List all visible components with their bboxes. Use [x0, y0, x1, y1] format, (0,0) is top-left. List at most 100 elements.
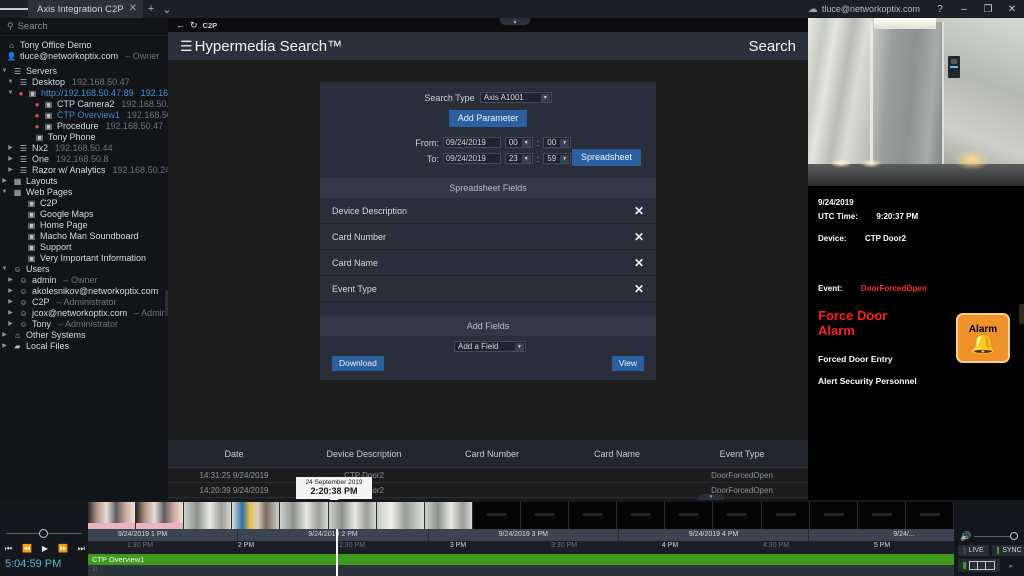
twisty-icon[interactable]: ▶ [6, 154, 15, 165]
camera-view[interactable] [808, 18, 1024, 186]
live-button[interactable]: LIVE [958, 545, 989, 556]
timeline-thumbnail[interactable] [184, 502, 233, 529]
minimize-icon[interactable]: – [952, 0, 976, 18]
remove-field-icon[interactable]: ✕ [634, 230, 644, 244]
main-menu-icon[interactable] [0, 0, 28, 18]
tree-item[interactable]: ▣ C2P [0, 198, 168, 209]
timeline-recorded-chunk[interactable]: CTP Overview1 [88, 554, 954, 565]
tree-item[interactable]: ▼● ▣ http://192.168.50.47:89 192.168.50.47 [0, 88, 168, 99]
timeline-thumbnails[interactable] [88, 502, 954, 529]
tree-item[interactable]: ▶☺akolesnikov@networkoptix.com– Admini.. [0, 286, 168, 297]
twisty-icon[interactable]: ▶ [6, 297, 15, 308]
timeline-thumbnail[interactable] [88, 502, 137, 529]
to-minute-select[interactable]: 59 ▼ [543, 153, 572, 164]
volume-control[interactable]: 🔊 [960, 531, 1019, 542]
volume-track[interactable] [974, 532, 1019, 540]
twisty-icon[interactable]: ▼ [0, 66, 9, 77]
skip-end-icon[interactable]: ⏭ [78, 544, 85, 554]
timeline-thumbnail[interactable] [232, 502, 281, 529]
speed-slider-knob[interactable] [39, 529, 48, 538]
add-a-field-select[interactable]: Add a Field ▼ [454, 341, 526, 352]
timeline-thumbnail[interactable] [905, 502, 954, 529]
timeline-thumbnail[interactable] [617, 502, 666, 529]
tree-item[interactable]: ● ▣ CTP Overview1 192.168.50.47 [0, 110, 168, 121]
timeline-thumbnail[interactable] [713, 502, 762, 529]
column-header-event-type[interactable]: Event Type [678, 449, 806, 459]
tree-item[interactable]: ▶ ⌂ Other Systems [0, 330, 168, 341]
table-row[interactable]: 14:31:25 9/24/2019 CTP Door2 DoorForcedOpe… [168, 468, 808, 483]
tree-item[interactable]: ▶ ☰ Razor w/ Analytics 192.168.50.248 [0, 165, 168, 176]
column-header-card-name[interactable]: Card Name [556, 449, 678, 459]
tree-item[interactable]: ▼ ☰ Servers [0, 66, 168, 77]
twisty-icon[interactable]: ▶ [0, 330, 9, 341]
right-panel-handle[interactable] [1019, 304, 1024, 324]
expand-arrow-icon[interactable]: ▸ [1010, 562, 1014, 570]
tree-item[interactable]: ▶ ▰ Local Files [0, 341, 168, 352]
new-tab-icon[interactable]: + [143, 0, 159, 18]
timeline-thumbnail[interactable] [472, 502, 521, 529]
tree-item[interactable]: ▼ ▦ Web Pages [0, 187, 168, 198]
timeline-thumbnail[interactable] [280, 502, 329, 529]
from-date-input[interactable]: 09/24/2019 [442, 137, 501, 148]
tree-item[interactable]: ▼ ☰ Desktop 192.168.50.47 [0, 77, 168, 88]
column-header-device-description[interactable]: Device Description [300, 449, 428, 459]
tree-item[interactable]: ▶ ☺ C2P – Administrator [0, 297, 168, 308]
search-input[interactable]: ⚲ Search [0, 18, 168, 36]
reload-icon[interactable]: ↻ [190, 20, 198, 31]
tree-item[interactable]: ▶ ▦ Layouts [0, 176, 168, 187]
timeline-thumbnail[interactable] [569, 502, 618, 529]
view-button[interactable]: View [611, 356, 644, 371]
timeline-thumbnail[interactable] [136, 502, 185, 529]
timeline-thumbnail[interactable] [328, 502, 377, 529]
timeline-secondary-track[interactable]: 3I [88, 565, 954, 576]
chevron-down-icon[interactable]: ⌄ [159, 0, 175, 18]
twisty-icon[interactable]: ▶ [6, 286, 15, 297]
remove-field-icon[interactable]: ✕ [634, 204, 644, 218]
close-tab-icon[interactable]: ✕ [129, 4, 137, 14]
tree-item[interactable]: ▼ ☺ Users [0, 264, 168, 275]
remove-field-icon[interactable]: ✕ [634, 256, 644, 270]
tree-item[interactable]: ▶ ☺ Tony – Administrator [0, 319, 168, 330]
step-forward-icon[interactable]: ⏩ [58, 544, 68, 554]
timeline-thumbnail[interactable] [809, 502, 858, 529]
spreadsheet-button[interactable]: Spreadsheet [572, 149, 642, 166]
from-minute-select[interactable]: 00 ▼ [543, 137, 572, 148]
twisty-icon[interactable]: ▼ [6, 77, 15, 88]
remove-field-icon[interactable]: ✕ [634, 282, 644, 296]
twisty-icon[interactable]: ▼ [6, 88, 15, 99]
thumbnails-toggle[interactable] [958, 559, 1000, 572]
tree-item[interactable]: ▣ Very Important Information [0, 253, 168, 264]
twisty-icon[interactable]: ▶ [6, 275, 15, 286]
site-row[interactable]: ⌂ Tony Office Demo [0, 40, 168, 51]
volume-knob[interactable] [1010, 532, 1019, 540]
twisty-icon[interactable]: ▶ [6, 143, 15, 154]
hamburger-icon[interactable]: ☰ [180, 38, 193, 55]
window-tab[interactable]: Axis Integration C2P ✕ [28, 0, 143, 18]
timeline-thumbnail[interactable] [761, 502, 810, 529]
twisty-icon[interactable]: ▼ [0, 187, 9, 198]
step-back-icon[interactable]: ⏪ [22, 544, 32, 554]
current-user-row[interactable]: 👤 tluce@networkoptix.com – Owner [0, 51, 168, 62]
twisty-icon[interactable]: ▼ [0, 264, 9, 275]
column-header-card-number[interactable]: Card Number [428, 449, 556, 459]
tree-item[interactable]: ▶ ☺ jcox@networkoptix.com – Administrator [0, 308, 168, 319]
from-hour-select[interactable]: 00 ▼ [504, 137, 533, 148]
play-icon[interactable]: ▶ [42, 544, 48, 554]
tree-item[interactable]: ▣ Tony Phone [0, 132, 168, 143]
maximize-icon[interactable]: ❐ [976, 0, 1000, 18]
tree-item[interactable]: ▣ Support [0, 242, 168, 253]
tree-item[interactable]: ▣ Google Maps [0, 209, 168, 220]
panel-collapse-bottom-handle[interactable]: ▾ [698, 494, 724, 500]
sync-button[interactable]: SYNC [991, 545, 1024, 556]
twisty-icon[interactable]: ▶ [6, 308, 15, 319]
tree-item[interactable]: ▣ Home Page [0, 220, 168, 231]
timeline-thumbnail[interactable] [857, 502, 906, 529]
skip-start-icon[interactable]: ⏮ [5, 544, 12, 554]
timeline-thumbnail[interactable] [665, 502, 714, 529]
add-parameter-button[interactable]: Add Parameter [448, 110, 528, 127]
tree-item[interactable]: ▣ Macho Man Soundboard [0, 231, 168, 242]
tree-item[interactable]: ● ▣ CTP Camera2 192.168.50.47 [0, 99, 168, 110]
column-header-date[interactable]: Date [168, 449, 300, 459]
timeline-thumbnail[interactable] [376, 502, 425, 529]
tree-item[interactable]: ▶ ☰ Nx2 192.168.50.44 [0, 143, 168, 154]
